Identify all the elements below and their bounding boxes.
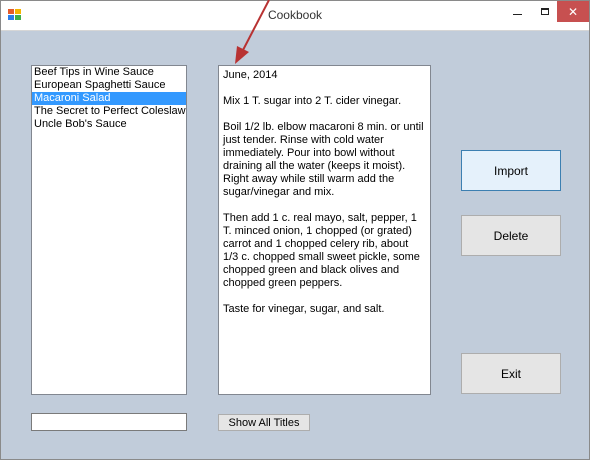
minimize-icon [513,14,522,15]
close-button[interactable]: ✕ [557,1,589,22]
recipe-text[interactable]: June, 2014 Mix 1 T. sugar into 2 T. cide… [218,65,431,395]
minimize-button[interactable] [504,1,531,22]
recipe-paragraph: Mix 1 T. sugar into 2 T. cider vinegar. [223,95,402,107]
title-bar[interactable]: Cookbook ✕ [1,1,589,31]
window-title: Cookbook [267,8,323,22]
recipe-paragraph: Taste for vinegar, sugar, and salt. [223,303,385,315]
recipe-paragraph: Then add 1 c. real mayo, salt, pepper, 1… [223,212,420,289]
import-button[interactable]: Import [461,150,561,191]
recipe-paragraph: Boil 1/2 lb. elbow macaroni 8 min. or un… [223,121,424,198]
annotation-arrow [235,0,270,64]
list-item[interactable]: The Secret to Perfect Coleslaw [32,105,186,118]
show-all-titles-button[interactable]: Show All Titles [218,414,310,431]
maximize-icon [540,8,549,15]
delete-button[interactable]: Delete [461,215,561,256]
list-item[interactable]: Beef Tips in Wine Sauce [32,66,186,79]
cookbook-window: Cookbook ✕ Beef Tips in Wine Sauce Europ… [0,0,590,460]
close-icon: ✕ [567,4,579,19]
list-item[interactable]: European Spaghetti Sauce [32,79,186,92]
recipe-list[interactable]: Beef Tips in Wine Sauce European Spaghet… [31,65,187,395]
maximize-button[interactable] [531,1,558,22]
search-input[interactable] [31,413,187,431]
list-item[interactable]: Macaroni Salad [32,92,186,105]
list-item[interactable]: Uncle Bob's Sauce [32,118,186,131]
recipe-paragraph: June, 2014 [223,69,278,81]
exit-button[interactable]: Exit [461,353,561,394]
